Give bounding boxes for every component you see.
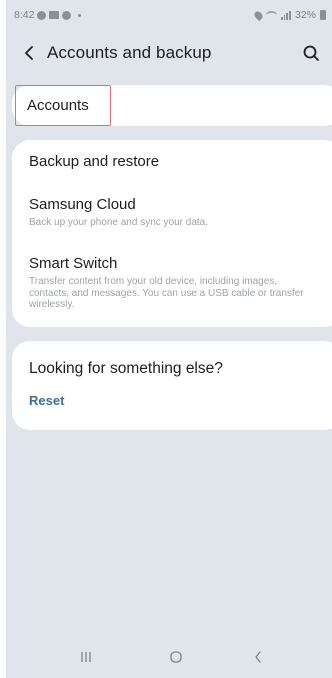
status-right: 32%: [252, 9, 326, 21]
backup-card: Backup and restore Samsung Cloud Back up…: [12, 140, 332, 327]
accounts-label: Accounts: [27, 97, 89, 114]
status-bar: 8:42 32%: [6, 0, 332, 30]
recents-button[interactable]: [66, 644, 106, 670]
suggestions-card: Looking for something else? Reset: [12, 341, 332, 430]
samsung-cloud-item[interactable]: Samsung Cloud Back up your phone and syn…: [12, 188, 332, 238]
status-time: 8:42: [14, 9, 35, 21]
menu-item-subtitle: Back up your phone and sync your data.: [29, 217, 209, 228]
home-icon: [170, 651, 182, 663]
battery-icon: [320, 10, 326, 20]
back-button[interactable]: [16, 38, 42, 68]
wifi-icon: [265, 11, 277, 19]
recents-icon: [81, 652, 91, 662]
gallery-icon: [49, 11, 60, 19]
menu-item-subtitle: Transfer content from your old device, i…: [29, 276, 304, 310]
status-left: 8:42: [14, 9, 82, 21]
more-notifications-icon: [78, 13, 82, 17]
menu-item-title: Backup and restore: [29, 153, 160, 170]
smart-switch-item[interactable]: Smart Switch Transfer content from your …: [12, 238, 332, 324]
back-icon: [255, 651, 261, 663]
phone-screen: 8:42 32% Accounts and backup Accounts Ba…: [6, 0, 332, 678]
accounts-card: Accounts: [12, 85, 332, 126]
menu-item-title: Samsung Cloud: [29, 196, 136, 213]
menu-item-title: Smart Switch: [29, 255, 118, 272]
reset-link[interactable]: Reset: [29, 393, 64, 408]
location-icon: [252, 9, 265, 21]
app-header: Accounts and backup: [6, 30, 332, 76]
battery-percent: 32%: [294, 9, 316, 21]
accounts-item[interactable]: Accounts: [15, 85, 111, 126]
suggestions-title: Looking for something else?: [29, 360, 223, 377]
signal-icon: [280, 10, 291, 20]
navigation-bar: [6, 636, 332, 678]
notification-icon: [62, 10, 72, 20]
search-icon: [303, 45, 319, 61]
notification-icon: [37, 10, 47, 20]
nav-back-button[interactable]: [238, 644, 278, 670]
page-title: Accounts and backup: [47, 43, 212, 62]
search-button[interactable]: [298, 40, 324, 66]
backup-and-restore-item[interactable]: Backup and restore: [12, 140, 332, 188]
chevron-left-icon: [25, 46, 33, 60]
home-button[interactable]: [156, 644, 196, 670]
